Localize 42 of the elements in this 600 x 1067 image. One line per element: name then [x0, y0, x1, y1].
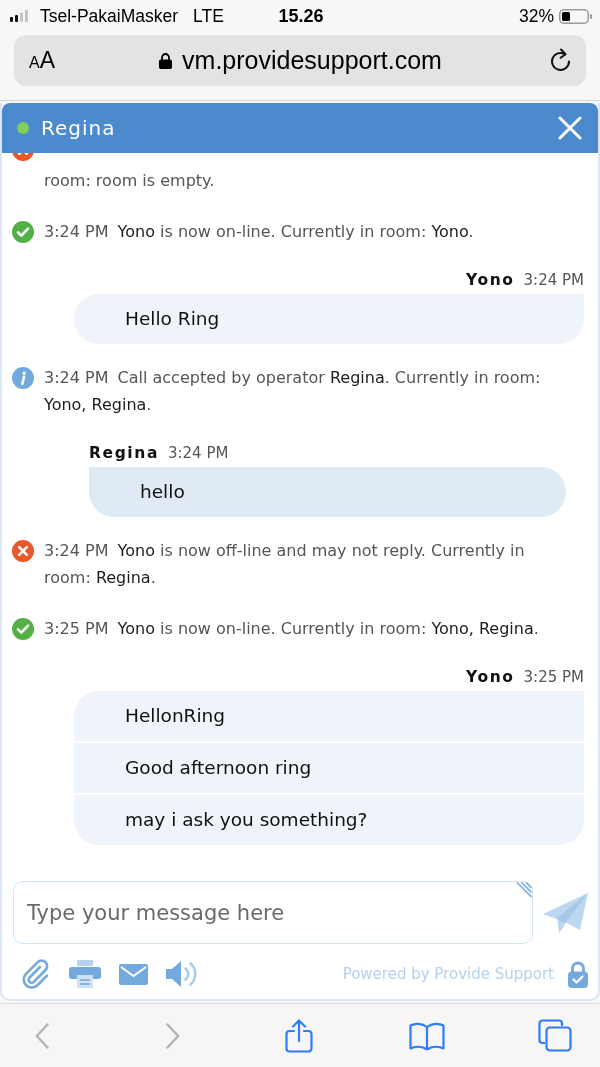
resize-grip-icon[interactable]: [516, 882, 532, 898]
text-size-button[interactable]: AA: [29, 47, 55, 74]
message-bubble: hello: [89, 467, 566, 517]
carrier-name: Tsel-PakaiMasker: [40, 5, 179, 27]
system-message: 3:24 PM Yono is now on-line. Currently in room: Yono.: [44, 221, 474, 243]
printer-icon[interactable]: [69, 960, 101, 988]
message-bubble: HellonRing: [74, 691, 584, 741]
battery-percent: 32%: [518, 5, 554, 27]
battery-icon: [559, 8, 592, 24]
info-icon: [12, 366, 34, 389]
close-icon[interactable]: [558, 116, 582, 140]
network-type: LTE: [193, 5, 224, 27]
sender-name: Yono: [466, 667, 515, 688]
chat-title: Regina: [41, 116, 116, 140]
share-icon[interactable]: [285, 1018, 313, 1053]
url-text[interactable]: vm.providesupport.com: [182, 46, 442, 75]
cross-circle-icon: [12, 539, 34, 562]
paper-plane-icon[interactable]: [543, 892, 588, 933]
envelope-icon[interactable]: [119, 963, 148, 985]
tabs-icon[interactable]: [538, 1019, 572, 1052]
padlock-check-icon: [568, 960, 588, 988]
system-message: 3:25 PM Yono is now on-line. Currently in room: Yono, Regina.: [44, 618, 539, 640]
message-input[interactable]: Type your message here: [13, 881, 533, 944]
check-circle-icon: [12, 220, 34, 243]
system-message: 3:24 PM Yono is now off-line and may not reply. Currently in room: Regina.: [44, 540, 526, 589]
check-circle-icon: [12, 617, 34, 640]
sender-name: Regina: [89, 443, 159, 464]
sender-name: Yono: [466, 270, 515, 291]
message-time: 3:24 PM: [523, 270, 584, 291]
signal-icon: [10, 10, 28, 22]
message-time: 3:25 PM: [523, 667, 584, 688]
address-bar[interactable]: AA vm.providesupport.com: [14, 35, 586, 86]
message-time: 3:24 PM: [167, 443, 229, 464]
reload-icon[interactable]: [549, 48, 572, 73]
message-bubble: may i ask you something?: [74, 795, 584, 845]
clock-time: 15.26: [278, 5, 324, 27]
message-bubble: Hello Ring: [74, 294, 584, 344]
system-message: 3:24 PM Call accepted by operator Regina. Currently in room: Yono, Regina.: [44, 367, 542, 416]
message-bubble: Good afternoon ring: [74, 743, 584, 793]
system-message: room: room is empty.: [44, 170, 215, 192]
paperclip-icon[interactable]: [21, 959, 51, 989]
book-icon[interactable]: [409, 1020, 445, 1051]
